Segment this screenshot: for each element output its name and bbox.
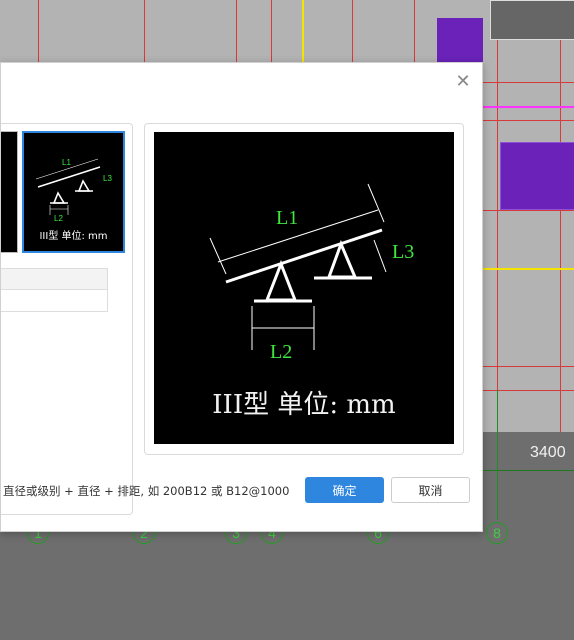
dimension-label: 3400 xyxy=(530,444,566,461)
type-thumbnail-previous[interactable] xyxy=(1,131,18,253)
thumbnail-caption: III型 单位: mm xyxy=(39,231,108,242)
ok-button[interactable]: 确定 xyxy=(305,477,384,503)
thumb-label-l3: L3 xyxy=(103,174,112,183)
purple-block xyxy=(500,142,574,210)
parameter-table[interactable] xyxy=(1,268,108,312)
preview-canvas: L1 L3 L2 III型 单位: mm xyxy=(154,132,454,444)
grid-line xyxy=(560,0,561,432)
magenta-line xyxy=(482,106,574,108)
type-thumbnail-selected[interactable]: L1 L3 L2 III型 单位: mm xyxy=(22,131,125,253)
table-header xyxy=(1,269,107,290)
thumb-label-l2: L2 xyxy=(54,214,63,223)
preview-caption: III型 单位: mm xyxy=(212,390,396,420)
grid-line xyxy=(482,120,574,121)
grid-line xyxy=(482,210,574,211)
close-icon[interactable]: ✕ xyxy=(453,71,473,91)
yellow-line xyxy=(302,0,304,62)
grid-line xyxy=(497,0,498,432)
yellow-line xyxy=(482,268,574,270)
grid-line xyxy=(482,366,574,367)
input-format-hint: 直径或级别 + 直径 + 排距, 如 200B12 或 B12@1000 xyxy=(3,484,290,498)
axis-line xyxy=(497,390,498,520)
grid-line xyxy=(482,390,574,391)
rebar-type-dialog: ✕ L1 L3 L2 III型 单位: mm L1 L3 L2 III型 单位:… xyxy=(0,62,483,532)
axis-bubble: 8 xyxy=(486,522,508,544)
preview-label-l2: L2 xyxy=(270,341,292,363)
cancel-button[interactable]: 取消 xyxy=(391,477,470,503)
preview-panel: L1 L3 L2 III型 单位: mm xyxy=(144,123,464,455)
preview-label-l3: L3 xyxy=(392,241,414,263)
dark-block xyxy=(490,0,574,40)
thumb-label-l1: L1 xyxy=(62,158,71,167)
thumbnail-drawing: L1 L3 L2 xyxy=(35,158,112,223)
preview-label-l1: L1 xyxy=(276,207,298,229)
